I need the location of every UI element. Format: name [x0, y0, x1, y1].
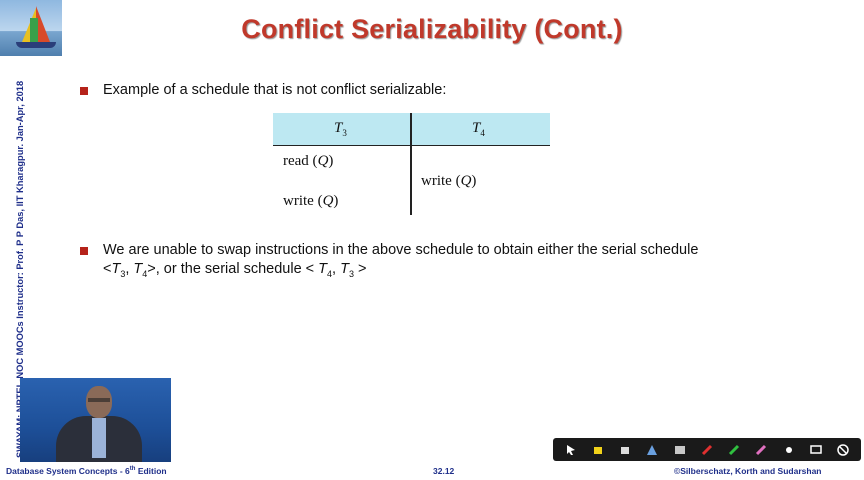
- header-t3: T3: [334, 120, 347, 138]
- course-vertical-label: SWAYAM: NPTEL-NOC MOOCs Instructor: Prof…: [15, 80, 25, 458]
- annotation-toolbar: [553, 438, 861, 461]
- shape-icon[interactable]: [645, 443, 659, 457]
- t4-write-op: write (Q): [421, 173, 477, 189]
- slide-title: Conflict Serializability (Cont.): [241, 14, 623, 44]
- bullet-marker: [80, 87, 88, 95]
- footer-slide-number: 32.12: [433, 466, 455, 476]
- pointer-icon[interactable]: [564, 443, 578, 457]
- header-t4: T4: [472, 120, 485, 138]
- bullet-text-2: We are unable to swap instructions in th…: [103, 242, 699, 279]
- t3-write-op: write (Q): [283, 193, 339, 209]
- highlighter-icon[interactable]: [591, 443, 605, 457]
- marker-icon[interactable]: [754, 443, 768, 457]
- bullet-marker: [80, 247, 88, 255]
- pen-green-icon[interactable]: [727, 443, 741, 457]
- schedule-column-divider: [410, 113, 412, 215]
- eraser-icon[interactable]: [618, 443, 632, 457]
- screen-icon[interactable]: [809, 443, 823, 457]
- presenter-video: [20, 378, 171, 462]
- footer-copyright: ©Silberschatz, Korth and Sudarshan: [674, 466, 822, 476]
- footer-book: Database System Concepts - 6th Edition: [6, 466, 167, 476]
- bullet-text-1: Example of a schedule that is not confli…: [103, 82, 447, 98]
- schedule-header-row: [273, 113, 550, 146]
- text-icon[interactable]: [673, 443, 687, 457]
- stop-icon[interactable]: [836, 443, 850, 457]
- t3-read-op: read (Q): [283, 153, 334, 169]
- schedule-table: T3 T4 read (Q) write (Q) write (Q): [273, 113, 550, 215]
- pen-red-icon[interactable]: [700, 443, 714, 457]
- laser-icon[interactable]: [782, 443, 796, 457]
